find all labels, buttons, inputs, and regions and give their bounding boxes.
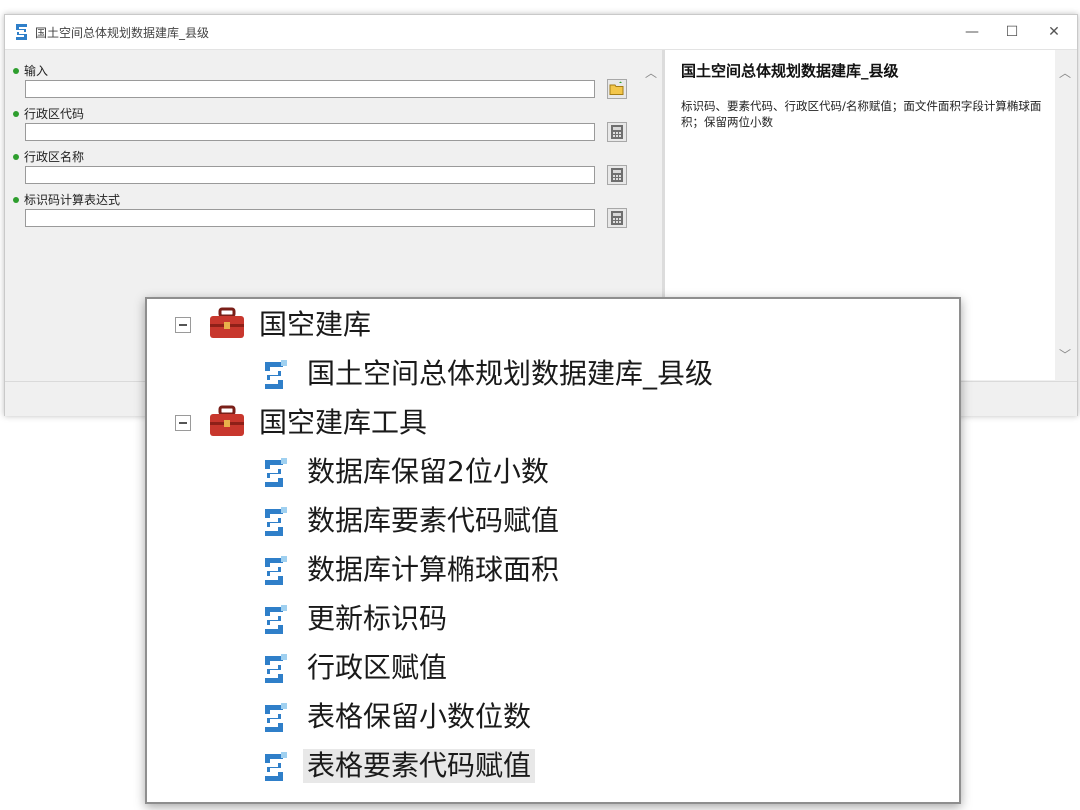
param-label-input: 输入 (13, 62, 48, 79)
sql-builder-button[interactable] (607, 165, 627, 185)
sql-builder-button[interactable] (607, 122, 627, 142)
script-tool-icon (16, 24, 27, 40)
tool-label: 表格保留小数位数 (307, 700, 532, 733)
collapse-toggle-icon[interactable] (175, 317, 191, 333)
tree-node-tool[interactable]: 数据库要素代码赋值 (167, 499, 867, 543)
tree-node-tool[interactable]: 数据库保留2位小数 (167, 450, 867, 494)
toolbox-icon (210, 307, 244, 338)
param-label-expression: 标识码计算表达式 (13, 191, 120, 208)
admin-name-field[interactable] (25, 166, 595, 184)
script-tool-icon (265, 507, 287, 536)
maximize-button[interactable]: ☐ (997, 20, 1027, 44)
close-button[interactable]: ✕ (1039, 20, 1069, 44)
tree-node-toolbox[interactable]: 国空建库工具 (167, 401, 867, 445)
param-label-admin-name: 行政区名称 (13, 148, 84, 165)
folder-icon (609, 81, 624, 95)
window-title: 国土空间总体规划数据建库_县级 (35, 26, 210, 40)
tree-node-toolbox[interactable]: 国空建库 (167, 303, 867, 347)
minimize-button[interactable]: — (957, 20, 987, 44)
tool-label: 更新标识码 (307, 602, 448, 635)
tree-node-tool[interactable]: 行政区赋值 (167, 646, 867, 690)
required-dot-icon (13, 110, 19, 117)
sql-builder-button[interactable] (607, 208, 627, 228)
script-tool-icon (265, 605, 287, 634)
tool-label: 数据库要素代码赋值 (307, 504, 560, 537)
input-field[interactable] (25, 80, 595, 98)
tool-label: 表格要素代码赋值 (303, 749, 536, 783)
tool-label: 数据库计算椭球面积 (307, 553, 560, 586)
calculator-icon (611, 168, 623, 182)
script-tool-icon (265, 556, 287, 585)
script-tool-icon (265, 654, 287, 683)
expression-field[interactable] (25, 209, 595, 227)
required-dot-icon (13, 196, 19, 203)
admin-code-field[interactable] (25, 123, 595, 141)
scroll-up-icon[interactable]: ︿ (645, 64, 657, 81)
tree-node-tool-selected[interactable]: 表格要素代码赋值 (167, 744, 867, 788)
scroll-up-icon[interactable]: ︿ (1059, 64, 1071, 81)
required-dot-icon (13, 153, 19, 160)
toolbox-tree: 国空建库 国土空间总体规划数据建库_县级 国空建库工具 数据库保留2位小数 数据… (145, 297, 961, 804)
tool-label: 数据库保留2位小数 (307, 455, 549, 488)
help-scrollbar[interactable]: ︿ ﹀ (1055, 50, 1077, 380)
calculator-icon (611, 125, 623, 139)
required-dot-icon (13, 67, 19, 74)
tree-node-tool[interactable]: 国土空间总体规划数据建库_县级 (167, 352, 867, 396)
calculator-icon (611, 211, 623, 225)
tree-node-tool[interactable]: 表格保留小数位数 (167, 695, 867, 739)
tree-node-tool[interactable]: 数据库计算椭球面积 (167, 548, 867, 592)
script-tool-icon (265, 752, 287, 781)
browse-folder-button[interactable] (607, 79, 627, 99)
title-bar[interactable]: 国土空间总体规划数据建库_县级 — ☐ ✕ (5, 15, 1077, 50)
toolbox-label: 国空建库工具 (259, 406, 428, 439)
tool-label: 行政区赋值 (307, 651, 448, 684)
tool-label: 国土空间总体规划数据建库_县级 (307, 357, 714, 390)
help-description: 标识码、要素代码、行政区代码/名称赋值；面文件面积字段计算椭球面积；保留两位小数 (681, 99, 1042, 129)
tree-node-tool[interactable]: 更新标识码 (167, 597, 867, 641)
script-tool-icon (265, 458, 287, 487)
help-title: 国土空间总体规划数据建库_县级 (681, 62, 899, 80)
toolbox-label: 国空建库 (259, 308, 372, 341)
scroll-down-icon[interactable]: ﹀ (1059, 346, 1071, 363)
script-tool-icon (265, 360, 287, 389)
collapse-toggle-icon[interactable] (175, 415, 191, 431)
param-label-admin-code: 行政区代码 (13, 105, 84, 122)
toolbox-icon (210, 405, 244, 436)
script-tool-icon (265, 703, 287, 732)
